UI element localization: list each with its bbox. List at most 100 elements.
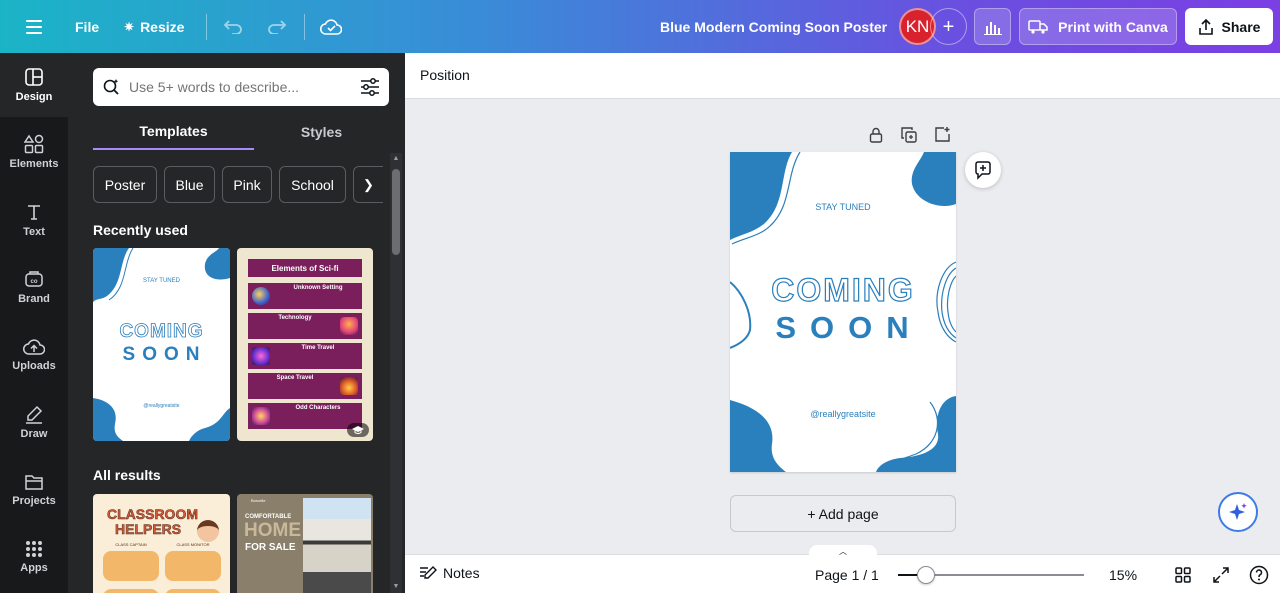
stay-tuned-text[interactable]: STAY TUNED	[730, 202, 956, 212]
classroom-title-2: HELPERS	[115, 521, 182, 538]
poster-page[interactable]: STAY TUNED COMING SOON @reallygreatsite	[730, 152, 956, 472]
scifi-title: Elements of Sci-fi	[248, 259, 362, 277]
rail-item-apps[interactable]: Apps	[0, 525, 68, 589]
robot-icon	[340, 317, 358, 335]
chevron-up-icon: ︿	[839, 546, 847, 556]
rail-label: Draw	[20, 428, 48, 440]
zoom-slider-handle[interactable]	[917, 566, 935, 584]
tab-templates[interactable]: Templates	[93, 113, 254, 150]
file-menu[interactable]: File	[75, 0, 99, 53]
tab-styles[interactable]: Styles	[254, 113, 389, 150]
rail-item-elements[interactable]: Elements	[0, 120, 68, 184]
fullscreen-icon[interactable]	[1210, 564, 1232, 586]
apps-grid-icon	[26, 541, 42, 557]
context-toolbar: Position	[405, 53, 1280, 99]
magic-search-icon	[93, 78, 129, 96]
soon-text: SOON	[122, 344, 207, 365]
page-indicator[interactable]: Page 1 / 1	[815, 567, 879, 583]
home-title-3: FOR SALE	[245, 542, 296, 553]
menu-icon[interactable]	[24, 0, 44, 53]
zoom-slider[interactable]	[898, 566, 1084, 584]
undo-icon[interactable]	[222, 0, 244, 53]
search-input[interactable]	[129, 79, 351, 95]
duplicate-page-icon[interactable]	[899, 125, 919, 145]
filter-chip[interactable]: Pink	[222, 166, 272, 203]
share-icon	[1198, 18, 1213, 35]
template-thumbnail[interactable]: Elements of Sci-fi Unknown Setting Techn…	[237, 248, 373, 441]
pro-badge-icon	[347, 423, 369, 437]
resize-label: Resize	[140, 18, 185, 35]
recently-used-heading: Recently used	[93, 222, 188, 238]
chips-next-button[interactable]: ❯	[353, 166, 383, 203]
design-icon	[25, 68, 43, 86]
filter-chip[interactable]: Poster	[93, 166, 157, 203]
helper-card	[103, 589, 159, 593]
avatar-initials: KN	[905, 16, 930, 36]
filter-chip[interactable]: Blue	[164, 166, 215, 203]
document-title[interactable]: Blue Modern Coming Soon Poster	[660, 0, 887, 53]
rail-item-projects[interactable]: Projects	[0, 458, 68, 522]
rail-item-draw[interactable]: Draw	[0, 390, 68, 454]
grid-view-icon[interactable]	[1172, 564, 1194, 586]
assistant-button[interactable]	[1218, 492, 1258, 532]
share-button[interactable]: Share	[1185, 8, 1273, 45]
helper-card	[103, 551, 159, 581]
zoom-level[interactable]: 15%	[1109, 567, 1137, 583]
clock-icon	[252, 347, 270, 365]
chip-label: School	[291, 176, 334, 193]
scroll-up-icon[interactable]: ▲	[392, 155, 400, 163]
print-with-canva-button[interactable]: Print with Canva	[1019, 8, 1177, 45]
truck-icon	[1028, 19, 1048, 34]
scroll-down-icon[interactable]: ▼	[392, 583, 400, 591]
help-icon[interactable]	[1248, 564, 1270, 586]
scifi-row: Odd Characters	[248, 403, 362, 429]
redo-icon[interactable]	[266, 0, 288, 53]
templates-panel: Templates Styles Poster Blue Pink School…	[68, 53, 405, 593]
add-collaborator-button[interactable]: +	[930, 8, 967, 45]
pen-icon	[26, 405, 43, 424]
scrollbar-thumb[interactable]	[392, 169, 400, 255]
editor-footer: Notes ︿ Page 1 / 1 15%	[405, 545, 1280, 593]
rail-item-text[interactable]: Text	[0, 188, 68, 252]
sparkles-icon	[1229, 503, 1247, 520]
rail-item-design[interactable]: Design	[0, 53, 68, 117]
tab-label: Templates	[139, 122, 208, 139]
site-handle-text[interactable]: @reallygreatsite	[730, 409, 956, 419]
position-button[interactable]: Position	[420, 67, 470, 83]
notes-icon	[420, 566, 437, 579]
row-heading: Unknown Setting	[293, 285, 343, 291]
collapse-pages-button[interactable]: ︿	[809, 545, 877, 557]
analytics-button[interactable]	[974, 8, 1011, 45]
chevron-right-icon: ❯	[363, 176, 374, 192]
text-icon	[28, 205, 40, 220]
house-photo	[303, 498, 371, 593]
cloud-saved-icon[interactable]	[319, 0, 343, 53]
filter-chip[interactable]: School	[279, 166, 346, 203]
alien-icon	[252, 407, 270, 425]
rail-label: Brand	[18, 293, 50, 305]
filter-icon[interactable]	[351, 78, 389, 96]
plus-icon: +	[942, 15, 955, 38]
template-thumbnail[interactable]: CLASSROOM HELPERS CLASS CAPTAIN CLASS MO…	[93, 494, 230, 593]
notes-label: Notes	[443, 565, 480, 581]
add-page-icon[interactable]	[933, 124, 953, 144]
template-thumbnail[interactable]: STAY TUNED COMING SOON @reallygreatsite	[93, 248, 230, 441]
template-thumbnail[interactable]: Borcelle COMFORTABLE HOME FOR SALE	[237, 494, 373, 593]
lock-icon[interactable]	[866, 125, 886, 145]
add-page-button[interactable]: + Add page	[730, 495, 956, 532]
scifi-row: Space Travel	[248, 373, 362, 399]
print-label: Print with Canva	[1058, 18, 1168, 35]
helper-card	[165, 589, 221, 593]
rail-item-brand[interactable]: co Brand	[0, 255, 68, 319]
rail-label: Uploads	[12, 360, 56, 372]
coming-text[interactable]: COMING	[730, 271, 956, 309]
panel-scrollbar[interactable]	[390, 153, 402, 593]
soon-text[interactable]: SOON	[730, 310, 956, 346]
template-search[interactable]	[93, 68, 389, 106]
scifi-row: Unknown Setting	[248, 283, 362, 309]
rail-item-uploads[interactable]: Uploads	[0, 323, 68, 387]
divider	[304, 14, 305, 40]
add-comment-button[interactable]	[965, 152, 1001, 188]
notes-button[interactable]: Notes	[419, 565, 480, 581]
resize-button[interactable]: ✷ Resize	[124, 0, 184, 53]
